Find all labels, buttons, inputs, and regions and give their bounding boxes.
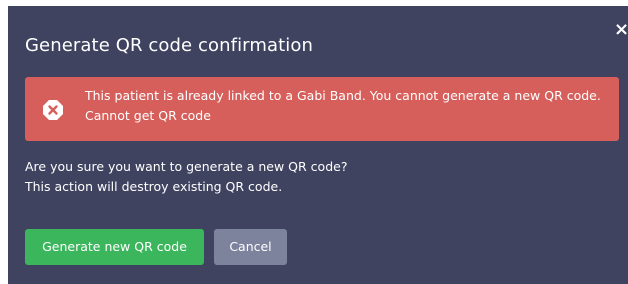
confirmation-message: Are you sure you want to generate a new … (25, 157, 347, 197)
generate-new-qr-button[interactable]: Generate new QR code (25, 229, 204, 265)
alert-line-1: This patient is already linked to a Gabi… (85, 88, 601, 103)
alert-message: This patient is already linked to a Gabi… (85, 86, 615, 126)
cancel-button[interactable]: Cancel (214, 229, 287, 265)
qr-confirmation-modal: × Generate QR code confirmation This pat… (8, 6, 628, 284)
alert-line-2: Cannot get QR code (85, 108, 211, 123)
message-line-1: Are you sure you want to generate a new … (25, 159, 348, 174)
close-icon[interactable]: × (614, 20, 628, 40)
modal-title: Generate QR code confirmation (25, 35, 313, 56)
message-line-2: This action will destroy existing QR cod… (25, 179, 283, 194)
error-alert: This patient is already linked to a Gabi… (25, 77, 619, 141)
error-circle-x-icon (42, 99, 64, 121)
